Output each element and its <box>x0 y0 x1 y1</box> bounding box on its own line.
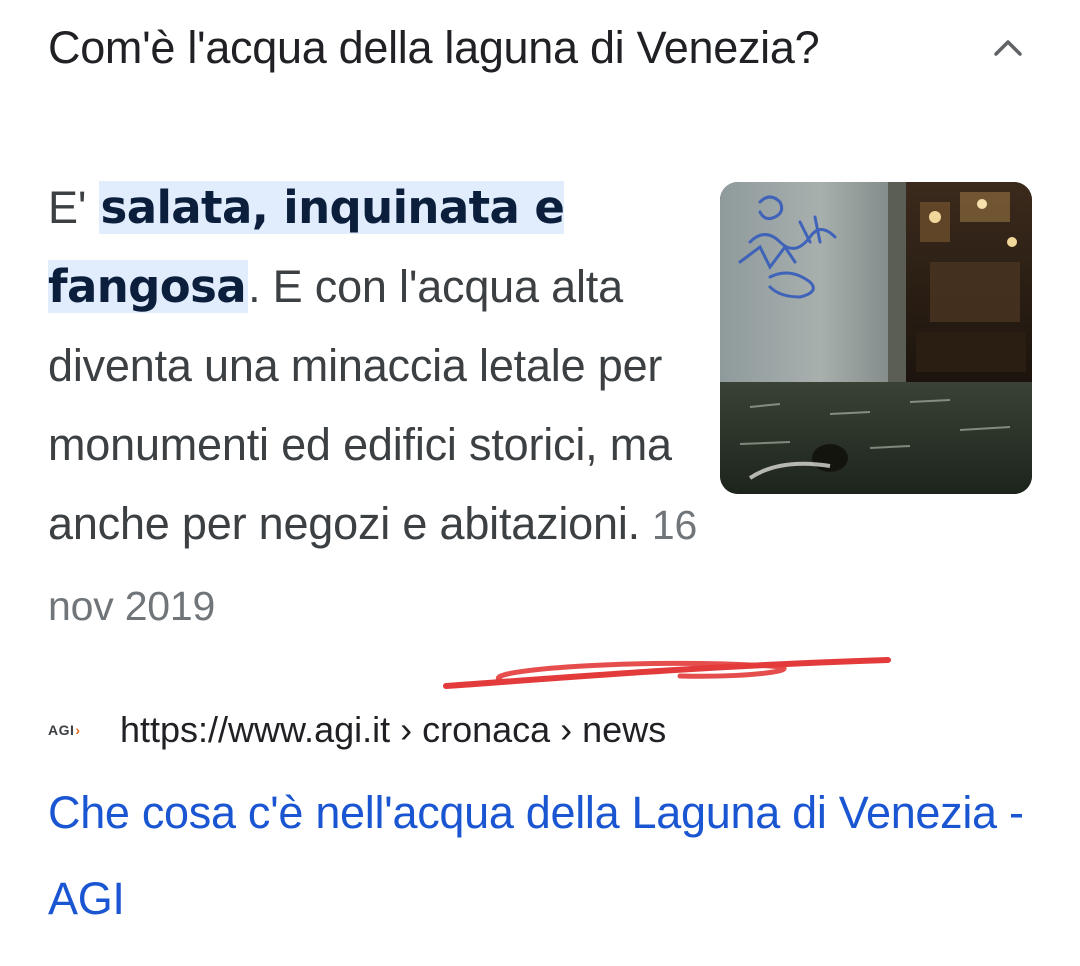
snippet-prefix: E' <box>48 182 99 233</box>
question-text: Com'è l'acqua della laguna di Venezia? <box>48 22 820 73</box>
flooded-street-image <box>720 182 1032 494</box>
source-url[interactable]: https://www.agi.it › cronaca › news <box>120 709 666 751</box>
result-source[interactable]: AGI › https://www.agi.it › cronaca › news <box>48 702 666 758</box>
chevron-up-icon[interactable] <box>984 24 1032 72</box>
red-underline-scribble <box>443 657 891 689</box>
snippet-thumbnail[interactable] <box>720 182 1032 494</box>
favicon-text: AGI <box>48 722 75 738</box>
featured-snippet-question[interactable]: Com'è l'acqua della laguna di Venezia? <box>48 14 1032 82</box>
answer-snippet: E' salata, inquinata e fangosa. E con l'… <box>48 168 708 646</box>
agi-favicon-icon: AGI › <box>48 715 100 745</box>
result-title-link[interactable]: Che cosa c'è nell'acqua della Laguna di … <box>48 770 1038 942</box>
favicon-arrow: › <box>75 722 81 738</box>
